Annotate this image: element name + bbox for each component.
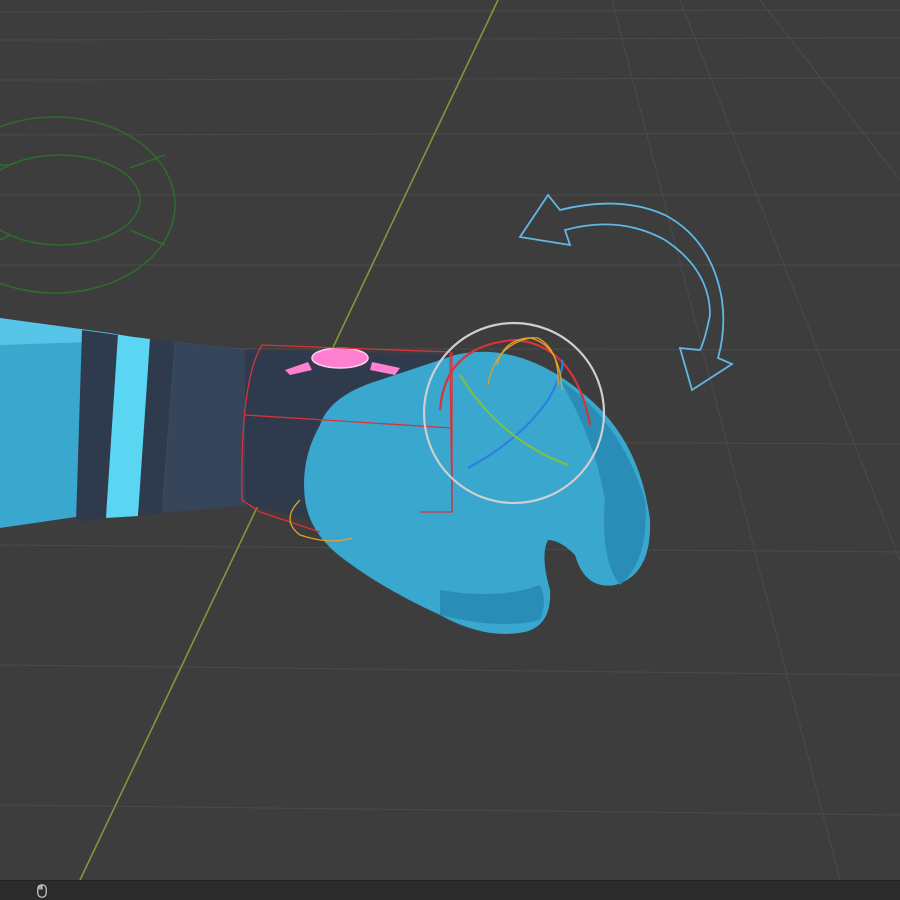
mouse-icon: [37, 884, 47, 898]
status-bar: [0, 880, 900, 900]
viewport-canvas[interactable]: [0, 0, 900, 880]
blue-glove-arm[interactable]: [0, 318, 651, 634]
wrist-rotate-arrow-gizmo[interactable]: [518, 193, 734, 392]
elbow-circle-control[interactable]: [0, 116, 176, 294]
3d-viewport[interactable]: [0, 0, 900, 880]
